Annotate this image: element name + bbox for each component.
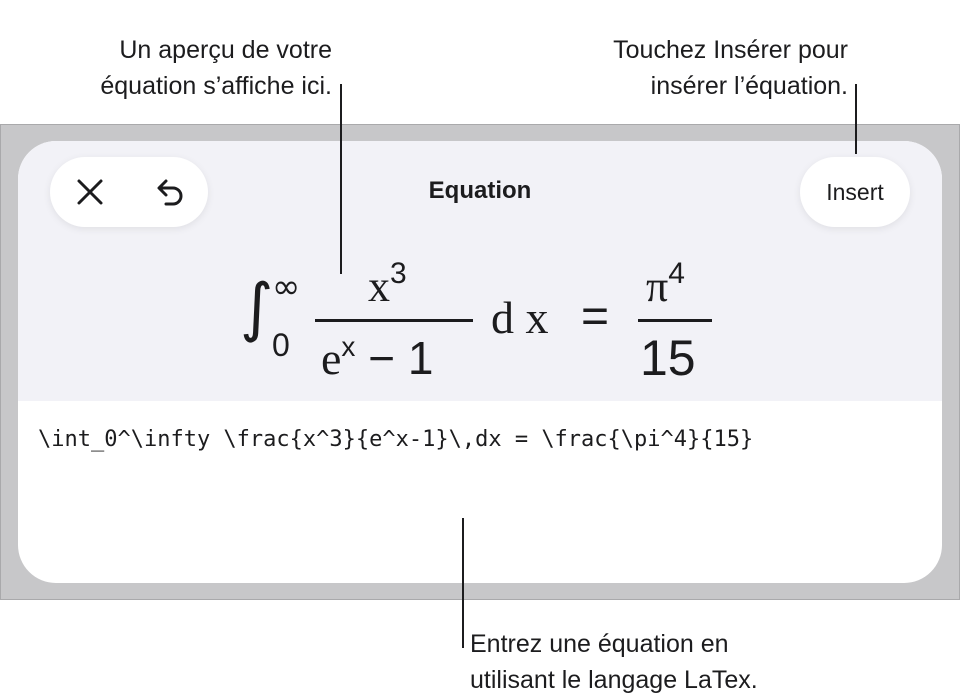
fraction-bar — [315, 319, 473, 322]
insert-button[interactable]: Insert — [800, 157, 910, 227]
preview-callout: Un aperçu de votre équation s’affiche ic… — [100, 36, 332, 100]
result-numerator: π4 — [646, 257, 685, 311]
preview-leader-line — [340, 84, 342, 274]
integral-sign: ∫ — [240, 271, 274, 345]
fraction-numerator: x3 — [368, 257, 407, 311]
equation-preview: ∫ ∞ 0 x3 ex − 1 d x = π4 15 — [18, 241, 942, 401]
result-fraction-bar — [638, 319, 712, 322]
insert-callout: Touchez Insérer pour insérer l’équation. — [613, 36, 848, 100]
latex-input[interactable]: \int_0^\infty \frac{x^3}{e^x-1}\,dx = \f… — [38, 427, 928, 452]
latex-callout: Entrez une équation en utilisant le lang… — [470, 630, 758, 694]
equals-sign: = — [581, 290, 610, 343]
lower-limit: 0 — [272, 327, 290, 363]
preview-area: Equation Insert ∫ ∞ 0 x3 ex − 1 d x = π4… — [18, 141, 942, 401]
latex-leader-line — [462, 518, 464, 648]
upper-limit: ∞ — [272, 267, 301, 307]
result-denominator: 15 — [640, 330, 696, 386]
differential: d x — [491, 292, 549, 343]
insert-leader-line — [855, 84, 857, 154]
equation-sheet: Equation Insert ∫ ∞ 0 x3 ex − 1 d x = π4… — [18, 141, 942, 583]
fraction-denominator: ex − 1 — [321, 331, 434, 384]
